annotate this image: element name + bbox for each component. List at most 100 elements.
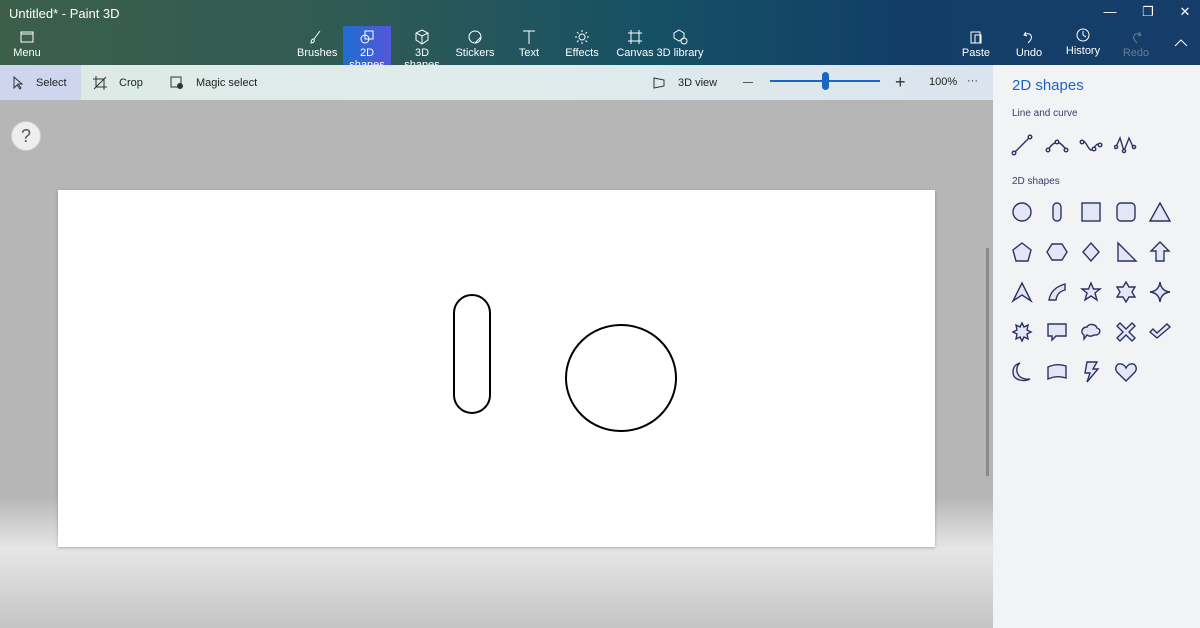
tool-options-bar: Select Crop Magic select 3D view + 100% …	[0, 65, 993, 100]
tool-label: Text	[518, 47, 540, 59]
shape-tool-x-mark[interactable]	[1114, 320, 1149, 349]
shape-tool-star-6[interactable]	[1114, 280, 1149, 309]
shape-tool-rounded-square[interactable]	[1114, 200, 1149, 229]
close-button[interactable]: ✕	[1177, 4, 1193, 20]
shape-tool-banner[interactable]	[1045, 360, 1080, 389]
select-tool[interactable]: Select	[0, 65, 81, 100]
menu-button[interactable]: Menu	[0, 26, 54, 65]
shape-tool-moon[interactable]	[1010, 360, 1045, 389]
tool-label: Canvas	[616, 47, 654, 59]
shape-tool-speech-rect[interactable]	[1045, 320, 1080, 349]
shapes-panel: 2D shapes Line and curve 2D shapes	[993, 65, 1200, 628]
line-icon	[1011, 134, 1033, 156]
paste-icon	[970, 31, 982, 44]
3d-view-toggle[interactable]: 3D view	[652, 65, 717, 100]
crop-tool[interactable]: Crop	[93, 65, 143, 100]
line-tool-curve-4pt[interactable]	[1079, 133, 1114, 162]
star-6-icon	[1115, 280, 1136, 304]
zoom-slider-thumb[interactable]	[822, 72, 829, 90]
square-icon	[1081, 202, 1101, 222]
undo-button[interactable]: Undo	[1008, 26, 1050, 65]
star-4-icon	[1149, 281, 1171, 303]
moon-icon	[1012, 362, 1031, 382]
tool-brushes[interactable]: Brushes	[297, 26, 338, 65]
zoom-slider[interactable]	[770, 72, 880, 90]
zoom-in-button[interactable]: +	[895, 73, 906, 91]
collapse-ribbon-icon[interactable]	[1174, 38, 1188, 48]
curve-3pt-icon	[1045, 139, 1069, 153]
curve-5pt-icon	[1113, 136, 1136, 154]
folder-icon	[20, 31, 34, 43]
history-button[interactable]: History	[1062, 24, 1104, 63]
redo-icon	[1133, 31, 1142, 44]
shape-tool-speech-cloud[interactable]	[1079, 320, 1114, 349]
shapes-section-label: 2D shapes	[1012, 176, 1060, 187]
shape-tool-star-5[interactable]	[1079, 280, 1114, 309]
shape-tool-square[interactable]	[1079, 200, 1114, 229]
capsule-shape[interactable]	[453, 294, 491, 414]
line-tool-curve-3pt[interactable]	[1045, 133, 1080, 162]
minimize-button[interactable]: —	[1102, 4, 1118, 20]
line-section-label: Line and curve	[1012, 108, 1078, 119]
circle-icon	[1012, 202, 1032, 222]
shape-tool-quarter-arc[interactable]	[1045, 280, 1080, 309]
circle-shape[interactable]	[565, 324, 677, 432]
paste-button[interactable]: Paste	[955, 26, 997, 65]
shape-tool-right-triangle[interactable]	[1114, 240, 1149, 269]
shape-tool-star-4[interactable]	[1148, 280, 1183, 309]
tool-label: Brushes	[297, 47, 338, 59]
shape-tool-circle[interactable]	[1010, 200, 1045, 229]
crop-label: Crop	[119, 76, 143, 89]
shape-tool-burst[interactable]	[1010, 320, 1045, 349]
tool-text[interactable]: Text	[510, 26, 548, 65]
zoom-out-button[interactable]	[743, 82, 753, 83]
undo-label: Undo	[1015, 47, 1043, 59]
tool-label: Effects	[565, 47, 599, 59]
3d-view-label: 3D view	[678, 76, 718, 89]
shape-tool-pentagon[interactable]	[1010, 240, 1045, 269]
arrowhead-icon	[1011, 281, 1033, 304]
more-options-button[interactable]: ···	[967, 75, 978, 87]
3d-shapes-icon	[415, 29, 429, 45]
quarter-arc-icon	[1047, 283, 1066, 301]
drawing-canvas[interactable]	[58, 190, 935, 547]
restore-button[interactable]: ❐	[1140, 4, 1156, 20]
help-button[interactable]: ?	[11, 121, 41, 151]
tool-2d-shapes[interactable]: 2D shapes	[343, 26, 391, 71]
lightning-icon	[1084, 361, 1100, 383]
burst-icon	[1011, 321, 1033, 343]
shape-tool-arrow-up[interactable]	[1148, 240, 1183, 269]
tool-3d-shapes[interactable]: 3D shapes	[398, 26, 446, 71]
shape-tool-triangle[interactable]	[1148, 200, 1183, 229]
shape-tool-check-mark[interactable]	[1148, 320, 1183, 349]
tool-effects[interactable]: Effects	[562, 26, 602, 65]
redo-button[interactable]: Redo	[1115, 26, 1157, 65]
shape-tool-capsule[interactable]	[1045, 200, 1080, 229]
tool-stickers[interactable]: Stickers	[455, 26, 495, 65]
line-tool-line[interactable]	[1010, 133, 1045, 162]
crop-icon	[93, 75, 107, 90]
brushes-icon	[310, 30, 321, 44]
right-triangle-icon	[1116, 241, 1138, 262]
line-tool-curve-5pt[interactable]	[1113, 133, 1149, 162]
shape-tool-diamond[interactable]	[1079, 240, 1114, 269]
heart-icon	[1114, 363, 1137, 382]
tool-label: Stickers	[455, 47, 495, 59]
banner-icon	[1046, 364, 1067, 381]
shape-tool-hexagon[interactable]	[1045, 240, 1080, 269]
shape-tool-heart[interactable]	[1114, 360, 1149, 389]
hexagon-icon	[1045, 243, 1068, 261]
paste-label: Paste	[961, 47, 991, 59]
tool-3d-library[interactable]: 3D library	[652, 26, 708, 65]
shape-tool-arrowhead[interactable]	[1010, 280, 1045, 309]
text-icon	[523, 30, 535, 44]
tool-label: 3D library	[656, 47, 704, 59]
capsule-icon	[1051, 202, 1062, 222]
tool-canvas[interactable]: Canvas	[615, 26, 655, 65]
3d-view-icon	[653, 76, 665, 89]
redo-label: Redo	[1122, 47, 1150, 59]
magic-select-tool[interactable]: Magic select	[170, 65, 257, 100]
shape-tool-lightning[interactable]	[1079, 360, 1114, 389]
arrow-up-icon	[1149, 241, 1171, 262]
vertical-scrollbar[interactable]	[986, 248, 989, 476]
